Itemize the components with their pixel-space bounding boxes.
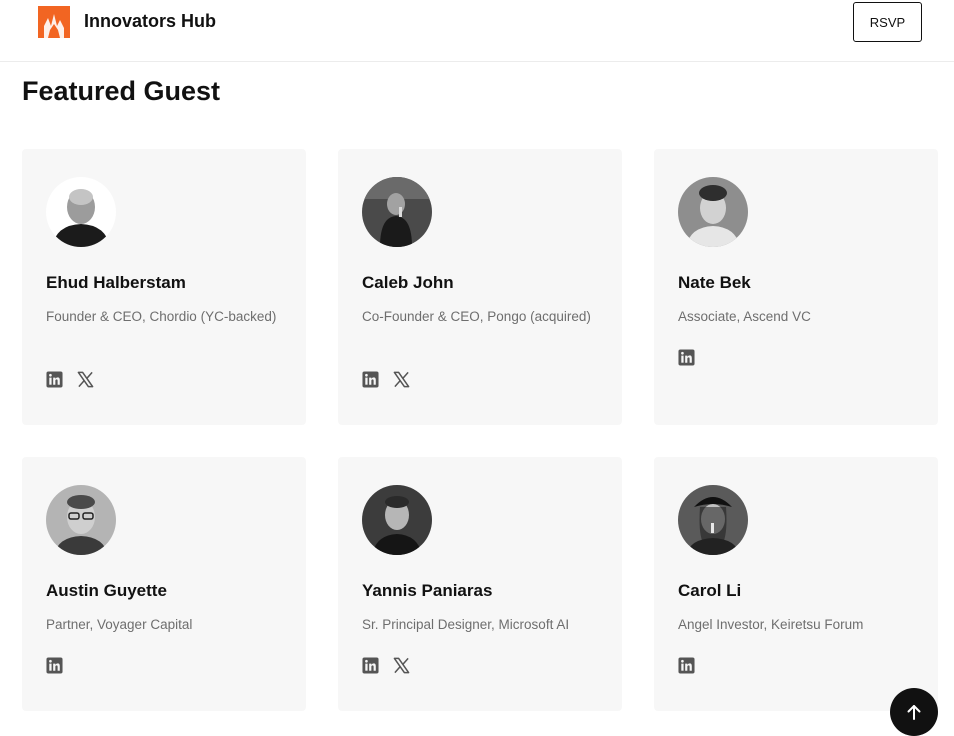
linkedin-icon[interactable] — [678, 657, 695, 674]
top-nav: Innovators Hub RSVP — [0, 0, 954, 62]
guest-name: Caleb John — [362, 273, 454, 292]
scroll-top-button[interactable] — [890, 688, 938, 736]
guest-card: Caleb John Co-Founder & CEO, Pongo (acqu… — [338, 149, 622, 425]
guest-name: Yannis Paniaras — [362, 581, 493, 600]
guest-role: Founder & CEO, Chordio (YC-backed) — [46, 309, 277, 324]
arrow-up-icon — [907, 705, 921, 720]
guest-card: Yannis Paniaras Sr. Principal Designer, … — [338, 457, 622, 711]
guest-card: Ehud Halberstam Founder & CEO, Chordio (… — [22, 149, 306, 425]
guest-name: Carol Li — [678, 581, 742, 600]
guest-role: Associate, Ascend VC — [678, 309, 811, 324]
guest-name: Austin Guyette — [46, 581, 167, 600]
linkedin-icon[interactable] — [46, 371, 63, 388]
avatar — [362, 177, 432, 247]
avatar — [46, 177, 116, 247]
linkedin-icon[interactable] — [678, 349, 695, 366]
avatar — [678, 177, 748, 247]
logo-icon[interactable] — [38, 6, 70, 38]
guest-card: Carol Li Angel Investor, Keiretsu Forum — [654, 457, 938, 711]
brand-name[interactable]: Innovators Hub — [84, 11, 216, 32]
avatar — [46, 485, 116, 555]
social-links — [678, 349, 695, 366]
x-icon[interactable] — [77, 371, 94, 388]
guest-name: Nate Bek — [678, 273, 751, 292]
guest-name: Ehud Halberstam — [46, 273, 186, 292]
social-links — [362, 657, 410, 674]
linkedin-icon[interactable] — [362, 371, 379, 388]
avatar — [362, 485, 432, 555]
social-links — [46, 371, 94, 388]
guest-card: Austin Guyette Partner, Voyager Capital — [22, 457, 306, 711]
linkedin-icon[interactable] — [46, 657, 63, 674]
x-icon[interactable] — [393, 657, 410, 674]
guest-role: Angel Investor, Keiretsu Forum — [678, 617, 864, 632]
guest-role: Sr. Principal Designer, Microsoft AI — [362, 617, 570, 632]
guest-card: Nate Bek Associate, Ascend VC — [654, 149, 938, 425]
x-icon[interactable] — [393, 371, 410, 388]
social-links — [678, 657, 695, 674]
avatar — [678, 485, 748, 555]
social-links — [46, 657, 63, 674]
social-links — [362, 371, 410, 388]
section-title: Featured Guest — [22, 76, 221, 106]
guest-role: Co-Founder & CEO, Pongo (acquired) — [362, 309, 591, 324]
linkedin-icon[interactable] — [362, 657, 379, 674]
guest-role: Partner, Voyager Capital — [46, 617, 193, 632]
rsvp-button[interactable]: RSVP — [853, 2, 922, 42]
